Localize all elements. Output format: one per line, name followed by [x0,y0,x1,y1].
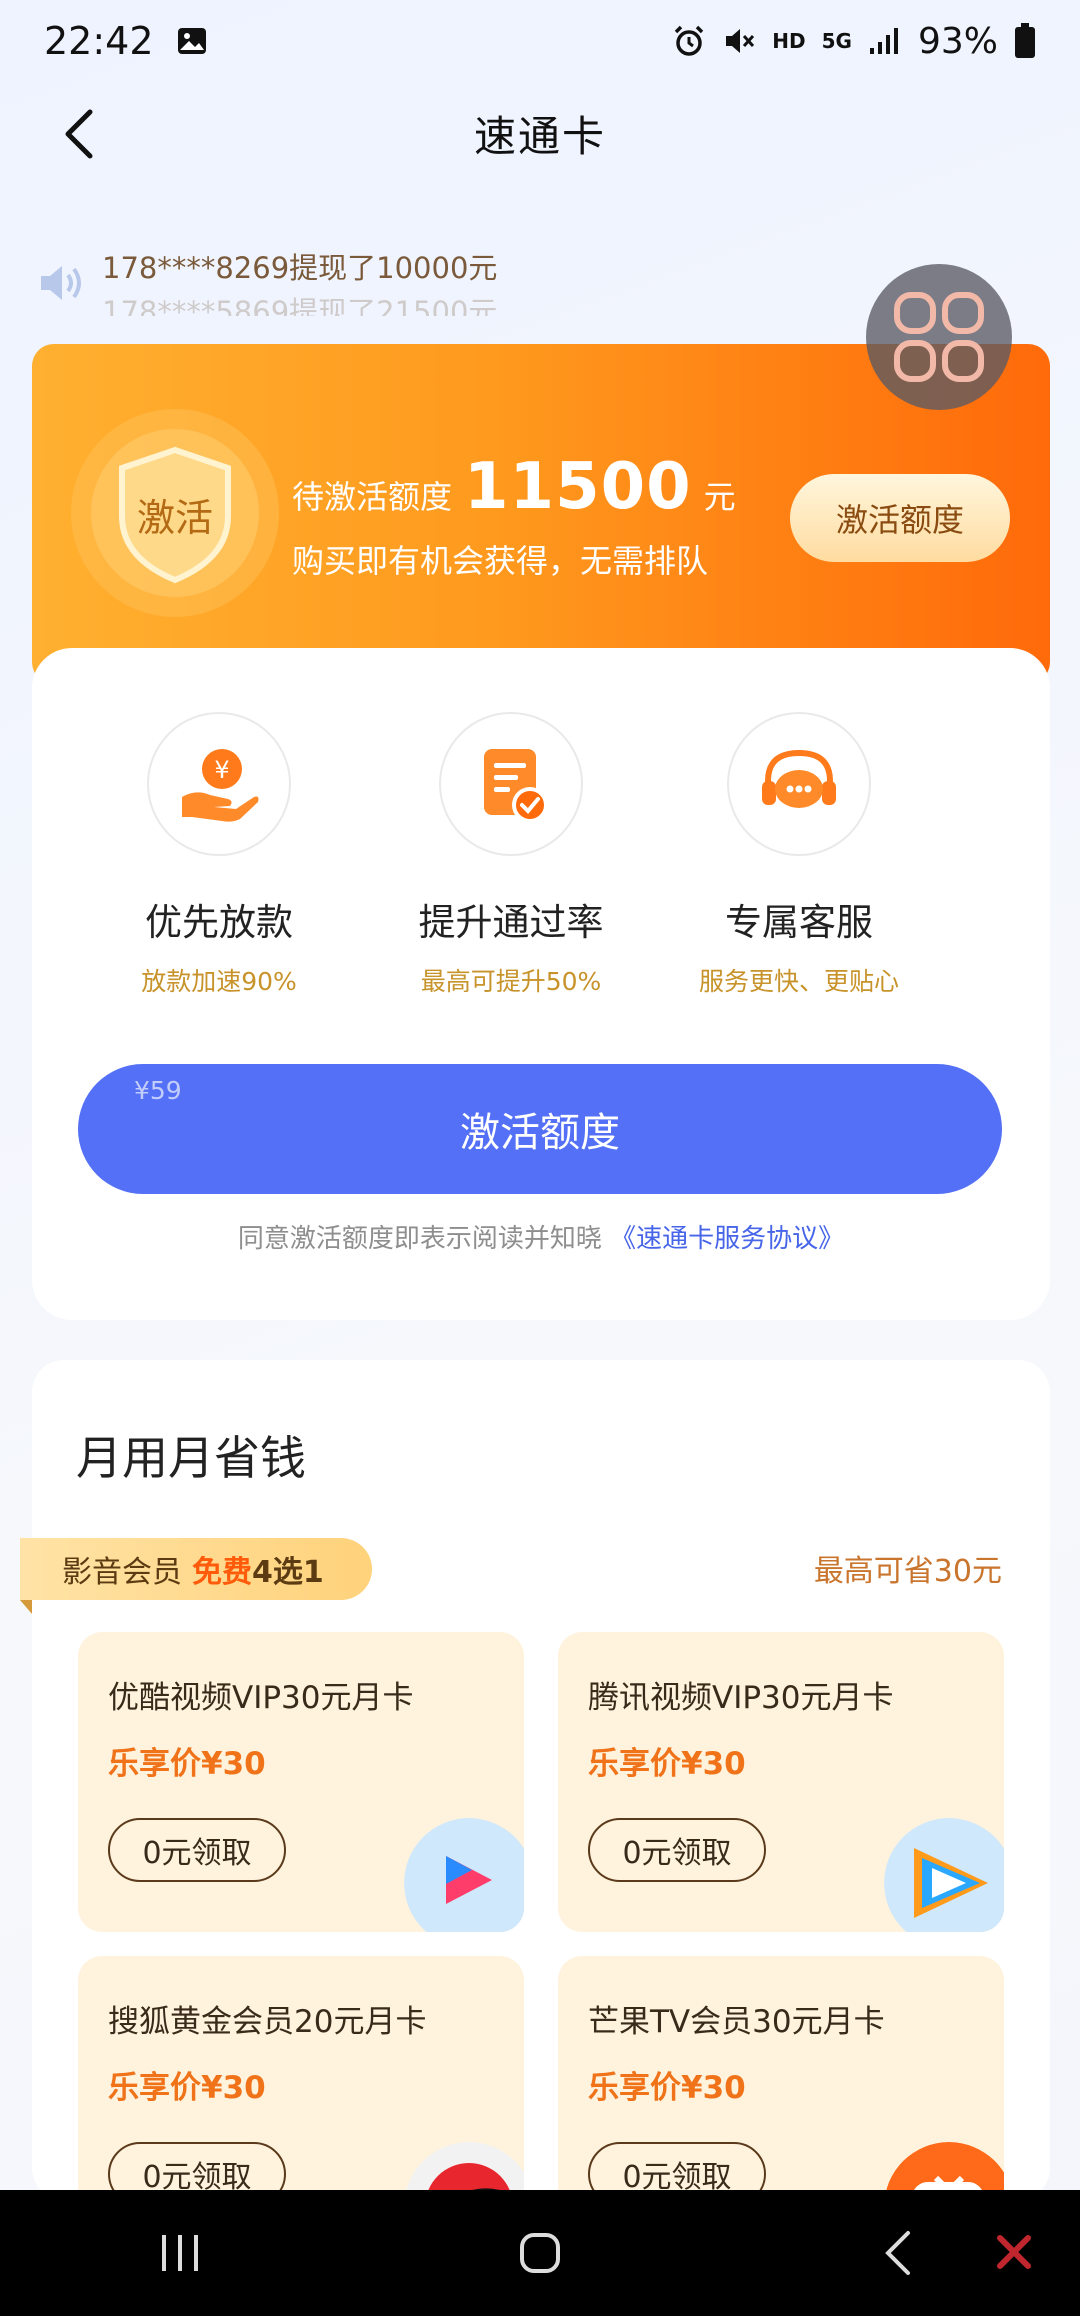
speaker-icon [41,266,81,300]
battery-icon [1015,23,1035,58]
card-price: 乐享价¥30 [108,1746,266,1782]
benefits-card: ¥ 优先放款 放款加速90% 提升通过率 最高可提升50% 专属客服 服务更快、… [32,648,1050,1320]
activate-shield-icon: 激活 [71,409,279,617]
section-title: 月用月省钱 [76,1431,306,1485]
top-nav: 速通卡 [0,90,1080,176]
page-title: 速通卡 [473,111,606,161]
ribbon-fold [20,1600,32,1614]
benefit-icon-circle [439,712,583,856]
gallery-notification-icon [177,28,206,54]
status-bar: 22:42 HD 5G 93% [0,0,1080,82]
watermark-logo-icon [997,2235,1031,2269]
hd-indicator: HD [772,29,806,53]
benefit-priority-loan: ¥ 优先放款 放款加速90% [99,712,339,998]
activate-credit-top-button[interactable]: 激活额度 [790,474,1010,562]
ticker-message-next: 178****5869提现了21500元 [102,295,498,316]
card-price: 乐享价¥30 [588,2070,746,2106]
claim-button[interactable]: 0元领取 [588,1818,766,1882]
home-icon[interactable] [510,2223,570,2283]
tencent-video-logo-icon [884,1818,1004,1932]
pending-credit-amount: 11500 [464,450,692,524]
benefit-title: 优先放款 [145,901,293,944]
benefit-icon-circle [727,712,871,856]
promo-subtitle: 购买即有机会获得，无需排队 [292,542,709,580]
ribbon-label: 影音会员 [62,1555,182,1590]
mute-icon [726,29,755,53]
grid-icon [894,292,984,382]
benefit-pass-rate: 提升通过率 最高可提升50% [391,712,631,998]
pending-credit-label: 待激活额度 [292,478,453,516]
claim-button[interactable]: 0元领取 [108,1818,286,1882]
pending-credit-unit: 元 [703,478,736,516]
activate-credit-button[interactable]: ¥59 激活额度 [78,1064,1002,1194]
card-name: 优酷视频VIP30元月卡 [108,1680,414,1716]
svg-text:¥: ¥ [214,756,229,784]
card-price: 乐享价¥30 [108,2070,266,2106]
alarm-icon [675,25,704,56]
ribbon-pick: 4选1 [252,1555,324,1590]
card-name: 芒果TV会员30元月卡 [588,2004,885,2040]
network-type: 5G [821,29,852,53]
benefit-subtitle: 服务更快、更贴心 [698,967,899,996]
back-arrow-icon[interactable] [52,104,112,164]
floating-menu-button[interactable] [866,264,1012,410]
ribbon-free: 免费 [192,1555,252,1590]
benefit-title: 提升通过率 [418,901,604,944]
watermark [994,2232,1034,2272]
card-name: 搜狐黄金会员20元月卡 [108,2004,427,2040]
activation-price: ¥59 [134,1076,182,1105]
hand-coin-icon: ¥ [182,749,259,822]
status-time: 22:42 [44,19,154,63]
youku-logo-icon [404,1818,524,1932]
headset-icon [762,749,836,808]
battery-percent: 93% [917,20,998,62]
agreement-text: 同意激活额度即表示阅读并知晓 [237,1224,602,1254]
signal-icon [869,28,898,54]
benefit-subtitle: 最高可提升50% [420,967,602,996]
benefit-title: 专属客服 [725,901,873,944]
membership-card-youku[interactable]: 优酷视频VIP30元月卡 乐享价¥30 0元领取 [78,1632,524,1932]
system-back-icon[interactable] [870,2223,930,2283]
membership-ribbon: 影音会员 免费 4选1 [20,1538,372,1600]
service-agreement-link[interactable]: 《速通卡服务协议》 [610,1224,844,1254]
benefit-exclusive-service: 专属客服 服务更快、更贴心 [679,712,919,998]
monthly-savings-card: 月用月省钱 影音会员 免费 4选1 最高可省30元 优酷视频VIP30元月卡 乐… [20,1360,1050,2256]
benefit-subtitle: 放款加速90% [141,967,297,996]
agreement-notice: 同意激活额度即表示阅读并知晓 《速通卡服务协议》 [32,1218,1050,1255]
ticker-message: 178****8269提现了10000元 [102,251,498,285]
withdraw-ticker: 178****8269提现了10000元 178****5869提现了21500… [36,246,676,316]
shield-badge-text: 激活 [137,496,213,540]
membership-card-tencent[interactable]: 腾讯视频VIP30元月卡 乐享价¥30 0元领取 [558,1632,1004,1932]
card-name: 腾讯视频VIP30元月卡 [588,1680,894,1716]
activate-button-label: 激活额度 [460,1110,620,1156]
card-price: 乐享价¥30 [588,1746,746,1782]
max-save-text: 最高可省30元 [813,1554,1002,1589]
system-nav-bar [0,2190,1080,2316]
benefit-icon-circle: ¥ [147,712,291,856]
recent-apps-icon[interactable] [150,2223,210,2283]
document-check-icon [484,749,548,823]
